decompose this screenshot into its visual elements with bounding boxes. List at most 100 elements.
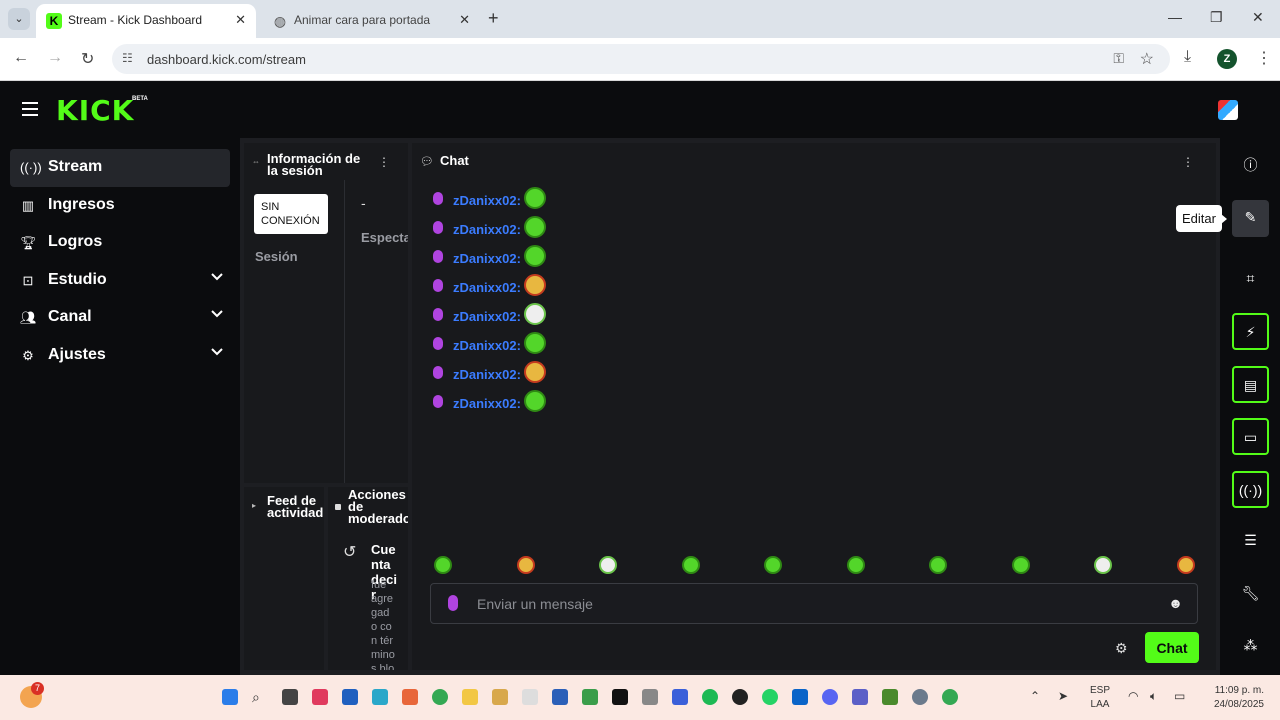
app-icon[interactable]	[372, 689, 388, 705]
emote-icon[interactable]	[434, 556, 452, 574]
minecraft-icon[interactable]	[882, 689, 898, 705]
bookmark-star-icon[interactable]: ☆	[1140, 49, 1154, 69]
chat-username[interactable]: zDanixx02:	[453, 309, 521, 324]
teams-icon[interactable]	[852, 689, 868, 705]
chat-username[interactable]: zDanixx02:	[453, 338, 521, 353]
emote-icon[interactable]	[681, 556, 700, 574]
app-icon[interactable]	[402, 689, 418, 705]
new-tab-icon[interactable]: +	[488, 8, 499, 29]
app-icon[interactable]	[732, 689, 748, 705]
user-avatar[interactable]	[1218, 100, 1238, 120]
layout-icon[interactable]: ☰	[1232, 523, 1269, 560]
spotify-icon[interactable]	[702, 689, 718, 705]
wrench-icon[interactable]: 🔧︎	[1232, 576, 1269, 613]
chevron-down-icon[interactable]	[210, 345, 224, 359]
volume-icon[interactable]: 🔈︎	[1150, 689, 1157, 704]
sidebar-item-canal[interactable]: 👥︎ Canal	[10, 299, 230, 337]
expand-icon[interactable]: ⇔	[252, 157, 260, 166]
minimize-icon[interactable]: —	[1168, 9, 1182, 25]
tab-animar-cara[interactable]: ◍ Animar cara para portada ✕	[262, 4, 480, 38]
clock[interactable]: 11:09 p. m. 24/08/2025	[1198, 684, 1264, 712]
profile-avatar[interactable]: Z	[1217, 49, 1237, 69]
discord-icon[interactable]	[822, 689, 838, 705]
chrome-icon[interactable]	[432, 689, 448, 705]
whatsapp-icon[interactable]	[762, 689, 778, 705]
chat-username[interactable]: zDanixx02:	[453, 367, 521, 382]
emote-icon[interactable]	[1176, 556, 1195, 574]
sidebar-item-stream[interactable]: ((·)) Stream	[10, 149, 230, 187]
hamburger-menu-icon[interactable]	[22, 102, 38, 116]
lightning-icon[interactable]: ⚡︎	[1232, 313, 1269, 350]
notes-icon[interactable]: ▤	[1232, 366, 1269, 403]
close-tab-icon[interactable]: ✕	[235, 12, 246, 28]
chat-settings-gear-icon[interactable]: ⚙	[1115, 640, 1128, 657]
task-view-icon[interactable]	[282, 689, 298, 705]
kick-logo[interactable]: KICK	[56, 94, 134, 127]
url-field[interactable]: ☷ dashboard.kick.com/stream ⚿ ☆	[112, 44, 1170, 74]
app-icon[interactable]	[672, 689, 688, 705]
site-info-icon[interactable]: ☷	[122, 51, 133, 65]
tab-search-button[interactable]: ⌄	[8, 8, 30, 30]
language-indicator[interactable]: ESP LAA	[1090, 684, 1110, 712]
chat-username[interactable]: zDanixx02:	[453, 280, 521, 295]
emote-icon[interactable]	[1011, 556, 1030, 574]
edit-icon[interactable]: ✎	[1232, 200, 1269, 237]
sidebar-item-logros[interactable]: 🏆︎ Logros	[10, 224, 230, 262]
start-icon[interactable]	[222, 689, 238, 705]
close-window-icon[interactable]: ✕	[1252, 9, 1264, 26]
emote-icon[interactable]	[846, 556, 865, 574]
emoji-picker-icon[interactable]: ☻	[1168, 595, 1183, 611]
sidebar-item-estudio[interactable]: ⊡ Estudio	[10, 262, 230, 300]
close-tab-icon[interactable]: ✕	[459, 12, 470, 28]
folder-icon[interactable]	[462, 689, 478, 705]
back-icon[interactable]: ←	[13, 49, 29, 67]
chat-username[interactable]: zDanixx02:	[453, 396, 521, 411]
download-icon[interactable]: ⤓	[1184, 48, 1191, 66]
kebab-menu-icon[interactable]: ⋮	[1182, 155, 1194, 169]
battery-icon[interactable]: ▭	[1174, 689, 1185, 703]
outlook-icon[interactable]	[792, 689, 808, 705]
chat-bubble-icon[interactable]: ▭	[1232, 418, 1269, 455]
chat-input-box[interactable]: ☻	[430, 583, 1198, 624]
password-key-icon[interactable]: ⚿	[1113, 50, 1124, 67]
chat-username[interactable]: zDanixx02:	[453, 193, 521, 208]
emote-icon[interactable]	[929, 556, 947, 574]
chat-username[interactable]: zDanixx02:	[453, 251, 521, 266]
app-icon[interactable]	[342, 689, 358, 705]
emote-icon[interactable]	[516, 556, 535, 574]
kebab-menu-icon[interactable]: ⋮	[378, 155, 390, 169]
forward-icon[interactable]: →	[47, 49, 63, 67]
app-icon[interactable]	[522, 689, 538, 705]
scan-icon[interactable]: ⌗	[1232, 261, 1269, 298]
chevron-down-icon[interactable]	[210, 270, 224, 284]
share-icon[interactable]: ⁂	[1232, 628, 1269, 665]
chevron-down-icon[interactable]	[210, 307, 224, 321]
emote-icon[interactable]	[764, 556, 782, 574]
app-icon[interactable]	[492, 689, 508, 705]
sidebar-item-ajustes[interactable]: ⚙ Ajustes	[10, 337, 230, 375]
expand-icon[interactable]: ▸	[252, 501, 256, 510]
sidebar-item-ingresos[interactable]: ▥ Ingresos	[10, 187, 230, 225]
app-icon[interactable]	[582, 689, 598, 705]
tiktok-icon[interactable]	[612, 689, 628, 705]
app-icon[interactable]	[312, 689, 328, 705]
restore-icon[interactable]: ❐	[1210, 9, 1223, 26]
chevron-up-icon[interactable]: ⌃	[1030, 689, 1040, 703]
chat-username[interactable]: zDanixx02:	[453, 222, 521, 237]
chat-message-input[interactable]	[477, 594, 1127, 614]
chrome-icon[interactable]	[942, 689, 958, 705]
chat-send-button[interactable]: Chat	[1145, 632, 1199, 663]
word-icon[interactable]	[552, 689, 568, 705]
app-icon[interactable]	[642, 689, 658, 705]
wifi-icon[interactable]: ◠	[1128, 689, 1138, 703]
broadcast-icon[interactable]: ((·))	[1232, 471, 1269, 508]
more-menu-icon[interactable]: ⋮	[1256, 48, 1272, 68]
reload-icon[interactable]: ↻	[81, 49, 94, 69]
tab-kick-dashboard[interactable]: K Stream - Kick Dashboard ✕	[36, 4, 256, 38]
emote-icon[interactable]	[599, 556, 617, 574]
emote-icon[interactable]	[1094, 556, 1112, 574]
search-icon[interactable]: ⌕	[252, 689, 268, 705]
settings-icon[interactable]	[912, 689, 928, 705]
location-icon[interactable]: ➤	[1058, 689, 1068, 703]
info-icon[interactable]: ⓘ	[1232, 148, 1269, 185]
